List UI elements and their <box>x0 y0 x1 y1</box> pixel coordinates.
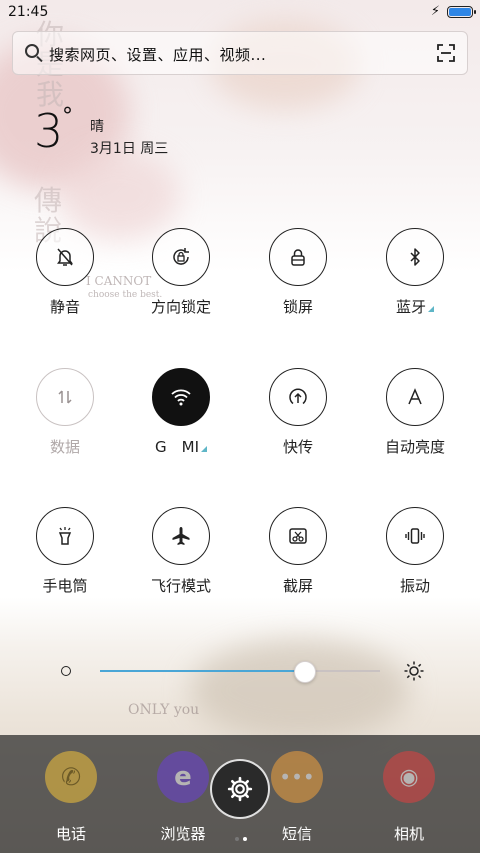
toggle-silent[interactable]: 静音 <box>15 228 115 328</box>
toggle-label: 自动亮度 <box>384 438 445 456</box>
toggle-circle[interactable] <box>386 368 444 426</box>
auto-brightness-icon <box>408 388 422 405</box>
notification-shade: 你是我 傳說 I CANNOT choose the best. ONLY yo… <box>0 0 480 853</box>
toggle-circle[interactable] <box>386 228 444 286</box>
toggle-mobile-data[interactable]: 数据 <box>15 368 115 468</box>
page-indicator <box>233 826 249 845</box>
toggle-label: G MI <box>131 436 231 457</box>
toggle-screenshot[interactable]: 截屏 <box>248 507 348 607</box>
browser-icon: e <box>157 751 209 803</box>
toggle-circle[interactable] <box>269 368 327 426</box>
toggle-circle[interactable] <box>269 507 327 565</box>
toggle-circle[interactable] <box>152 507 210 565</box>
rotation-lock-icon <box>173 248 189 265</box>
scan-icon[interactable] <box>437 44 455 62</box>
bluetooth-icon <box>410 248 420 266</box>
flashlight-icon <box>58 527 72 545</box>
wallpaper-boardwalk <box>190 640 410 740</box>
expand-marker-icon <box>428 306 434 312</box>
toggle-label: 振动 <box>399 577 430 595</box>
battery-icon <box>447 6 476 18</box>
wallpaper-flower <box>60 150 180 240</box>
page-dot-active <box>243 837 247 841</box>
toggle-wifi[interactable]: G MI <box>131 368 231 468</box>
battery-level <box>449 8 471 16</box>
lock-icon <box>291 249 305 266</box>
wifi-icon <box>171 389 191 406</box>
toggle-auto-brightness[interactable]: 自动亮度 <box>365 368 465 468</box>
status-time: 21:45 <box>8 4 49 20</box>
weather-condition: 晴 <box>90 119 104 135</box>
quick-transfer-icon <box>289 388 307 405</box>
weather-date: 3月1日 周三 <box>90 141 169 157</box>
toggle-circle[interactable] <box>36 228 94 286</box>
toggle-label-text: G MI <box>155 438 199 456</box>
airplane-icon <box>172 527 190 545</box>
settings-button[interactable] <box>210 759 270 819</box>
expand-marker-icon <box>201 446 207 452</box>
brightness-fill <box>100 670 305 672</box>
toggle-label: 蓝牙 <box>365 296 465 317</box>
toggle-label: 数据 <box>49 438 80 456</box>
toggle-label: 快传 <box>282 438 313 456</box>
toggle-label-text: 蓝牙 <box>395 298 426 316</box>
dock-app-label: 电话 <box>55 825 86 843</box>
phone-icon: ✆ <box>45 751 97 803</box>
toggle-label: 截屏 <box>282 577 313 595</box>
charging-icon: ⚡ <box>430 4 440 19</box>
page-dot <box>235 837 239 841</box>
toggle-circle[interactable] <box>36 507 94 565</box>
toggle-lock-screen[interactable]: 锁屏 <box>248 228 348 328</box>
dock-app-camera[interactable]: ◉ 相机 <box>374 751 444 843</box>
vibrate-icon <box>405 528 425 544</box>
dock-app-browser[interactable]: e 浏览器 <box>148 751 218 843</box>
toggle-label: 静音 <box>49 298 80 316</box>
status-bar: 21:45 ⚡ <box>0 0 480 26</box>
toggle-vibrate[interactable]: 振动 <box>365 507 465 607</box>
data-arrows-icon <box>58 390 72 404</box>
brightness-high-icon <box>404 661 424 681</box>
toggle-bluetooth[interactable]: 蓝牙 <box>365 228 465 328</box>
toggle-circle[interactable] <box>152 368 210 426</box>
screenshot-icon <box>289 528 307 544</box>
toggle-circle[interactable] <box>152 228 210 286</box>
bell-off-icon <box>57 248 73 266</box>
brightness-low-icon <box>61 666 71 676</box>
weather-degree: ° <box>62 104 73 129</box>
toggle-circle[interactable] <box>36 368 94 426</box>
toggle-rotation-lock[interactable]: 方向锁定 <box>131 228 231 328</box>
dock-app-phone[interactable]: ✆ 电话 <box>36 751 106 843</box>
dock-app-label: 短信 <box>281 825 312 843</box>
toggle-label: 锁屏 <box>282 298 313 316</box>
dock-app-messages[interactable]: ••• 短信 <box>262 751 332 843</box>
toggle-quick-transfer[interactable]: 快传 <box>248 368 348 468</box>
toggle-flashlight[interactable]: 手电筒 <box>15 507 115 607</box>
weather-temperature: 3 <box>34 104 64 158</box>
toggle-circle[interactable] <box>386 507 444 565</box>
search-bar[interactable]: 搜索网页、设置、应用、视频... <box>12 31 468 75</box>
search-icon <box>25 44 39 58</box>
toggle-airplane-mode[interactable]: 飞行模式 <box>131 507 231 607</box>
wallpaper-text: ONLY you <box>128 702 200 718</box>
search-placeholder: 搜索网页、设置、应用、视频... <box>49 46 267 64</box>
toggle-label: 飞行模式 <box>150 577 211 595</box>
brightness-slider[interactable] <box>100 670 380 672</box>
message-icon: ••• <box>271 751 323 803</box>
toggle-label: 方向锁定 <box>150 298 211 316</box>
dock-app-label: 浏览器 <box>160 825 206 843</box>
camera-icon: ◉ <box>383 751 435 803</box>
toggle-label: 手电筒 <box>42 577 88 595</box>
toggle-circle[interactable] <box>269 228 327 286</box>
dock-app-label: 相机 <box>393 825 424 843</box>
gear-icon <box>227 776 253 802</box>
